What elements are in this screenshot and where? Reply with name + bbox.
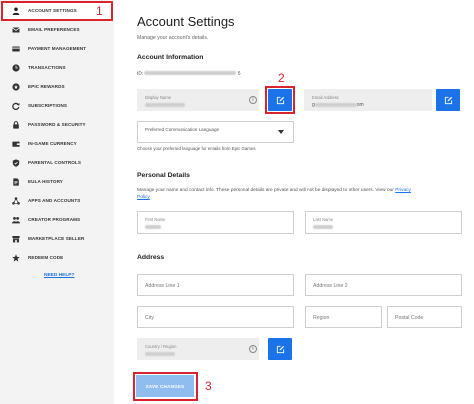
- sidebar-item-label: EPIC REWARDS: [28, 84, 65, 89]
- edit-country-button[interactable]: [268, 338, 292, 360]
- reward-icon: [12, 82, 20, 91]
- info-icon[interactable]: i: [249, 96, 257, 104]
- refresh-icon: [12, 102, 20, 110]
- email-label: Email Address: [312, 95, 339, 100]
- email-value: g om: [312, 102, 364, 108]
- display-name-value: [145, 102, 185, 108]
- page-subtitle: Manage your account's details.: [137, 35, 209, 41]
- link-icon: [12, 196, 20, 205]
- email-field: Email Address g om: [304, 89, 432, 111]
- wallet-icon: [12, 140, 20, 148]
- display-name-field: Display Name: [137, 89, 259, 111]
- language-hint: Choose your preferred language for email…: [137, 146, 256, 151]
- postal-code-input[interactable]: Postal Code: [387, 306, 462, 328]
- clock-icon: [12, 63, 20, 72]
- sidebar-item-apps-and-accounts[interactable]: APPS AND ACCOUNTS: [0, 191, 114, 210]
- country-region-value: [145, 351, 175, 357]
- sidebar-item-parental-controls[interactable]: PARENTAL CONTROLS: [0, 153, 114, 172]
- redacted-id: [144, 71, 237, 75]
- last-name-label: Last Name: [313, 217, 334, 222]
- address-line-1-input[interactable]: Address Line 1: [137, 274, 294, 296]
- sidebar: ACCOUNT SETTINGS EMAIL PREFERENCES PAYME…: [0, 0, 114, 404]
- sidebar-item-eula-history[interactable]: EULA HISTORY: [0, 172, 114, 191]
- privacy-policy-link[interactable]: Privacy: [395, 188, 411, 193]
- first-name-field[interactable]: First Name: [137, 211, 294, 234]
- lock-icon: [12, 120, 20, 129]
- account-id: ID: 5: [137, 71, 241, 76]
- account-information-heading: Account Information: [137, 54, 204, 61]
- personal-details-heading: Personal Details: [137, 172, 190, 179]
- sidebar-item-label: SUBSCRIPTIONS: [28, 103, 68, 108]
- sidebar-item-label: EULA HISTORY: [28, 179, 63, 184]
- account-id-label: ID:: [137, 71, 144, 77]
- sidebar-item-password-security[interactable]: PASSWORD & SECURITY: [0, 115, 114, 134]
- sidebar-item-creator-programs[interactable]: CREATOR PROGRAMS: [0, 210, 114, 229]
- main-content: Account Settings Manage your account's d…: [114, 0, 474, 404]
- sidebar-item-label: MARKETPLACE SELLER: [28, 236, 85, 241]
- country-region-label: Country / Region: [145, 344, 177, 349]
- sidebar-item-label: APPS AND ACCOUNTS: [28, 198, 81, 203]
- first-name-label: First Name: [145, 217, 166, 222]
- display-name-label: Display Name: [145, 95, 172, 100]
- shield-icon: [12, 158, 20, 167]
- sidebar-item-label: EMAIL PREFERENCES: [28, 27, 80, 32]
- language-select[interactable]: Preferred Communication Language: [137, 121, 294, 143]
- sidebar-item-transactions[interactable]: TRANSACTIONS: [0, 58, 114, 77]
- sidebar-item-redeem-code[interactable]: REDEEM CODE: [0, 248, 114, 267]
- country-region-field: Country / Region: [137, 338, 259, 360]
- last-name-field[interactable]: Last Name: [305, 211, 462, 234]
- annotation-number-1: 1: [96, 4, 103, 18]
- last-name-value: [313, 224, 333, 230]
- edit-icon: [444, 96, 452, 104]
- annotation-box-2: [265, 86, 295, 114]
- page-title: Account Settings: [137, 14, 235, 29]
- personal-details-description: Manage your name and contact info. These…: [137, 188, 411, 193]
- need-help-link[interactable]: NEED HELP?: [44, 273, 74, 278]
- credit-card-icon: [12, 45, 20, 53]
- sidebar-item-payment-management[interactable]: PAYMENT MANAGEMENT: [0, 39, 114, 58]
- sidebar-item-label: CREATOR PROGRAMS: [28, 217, 81, 222]
- store-icon: [12, 235, 20, 243]
- sidebar-item-marketplace-seller[interactable]: MARKETPLACE SELLER: [0, 229, 114, 248]
- people-icon: [12, 216, 20, 224]
- sidebar-item-email-preferences[interactable]: EMAIL PREFERENCES: [0, 20, 114, 39]
- sidebar-item-label: REDEEM CODE: [28, 255, 64, 260]
- language-select-label: Preferred Communication Language: [145, 127, 220, 132]
- address-heading: Address: [137, 254, 165, 261]
- annotation-box-3: [133, 372, 198, 401]
- chevron-down-icon: [278, 130, 284, 134]
- privacy-policy-link-continued[interactable]: Policy: [137, 195, 150, 200]
- sidebar-item-epic-rewards[interactable]: EPIC REWARDS: [0, 77, 114, 96]
- sidebar-item-label: PAYMENT MANAGEMENT: [28, 46, 87, 51]
- sidebar-item-label: PARENTAL CONTROLS: [28, 160, 81, 165]
- sidebar-item-label: PASSWORD & SECURITY: [28, 122, 86, 127]
- first-name-value: [145, 224, 161, 230]
- city-input[interactable]: City: [137, 306, 294, 328]
- address-line-2-input[interactable]: Address Line 2: [305, 274, 462, 296]
- document-icon: [12, 177, 20, 186]
- envelope-icon: [12, 26, 20, 34]
- edit-icon: [276, 345, 284, 353]
- sidebar-item-subscriptions[interactable]: SUBSCRIPTIONS: [0, 96, 114, 115]
- sidebar-item-in-game-currency[interactable]: IN-GAME CURRENCY: [0, 134, 114, 153]
- info-icon[interactable]: i: [249, 345, 257, 353]
- sidebar-item-label: TRANSACTIONS: [28, 65, 66, 70]
- annotation-number-3: 3: [205, 379, 212, 393]
- account-id-suffix: 5: [237, 71, 241, 77]
- annotation-number-2: 2: [278, 71, 285, 85]
- sidebar-item-label: IN-GAME CURRENCY: [28, 141, 77, 146]
- edit-email-button[interactable]: [436, 89, 460, 111]
- region-input[interactable]: Region: [305, 306, 382, 328]
- star-icon: [12, 253, 20, 262]
